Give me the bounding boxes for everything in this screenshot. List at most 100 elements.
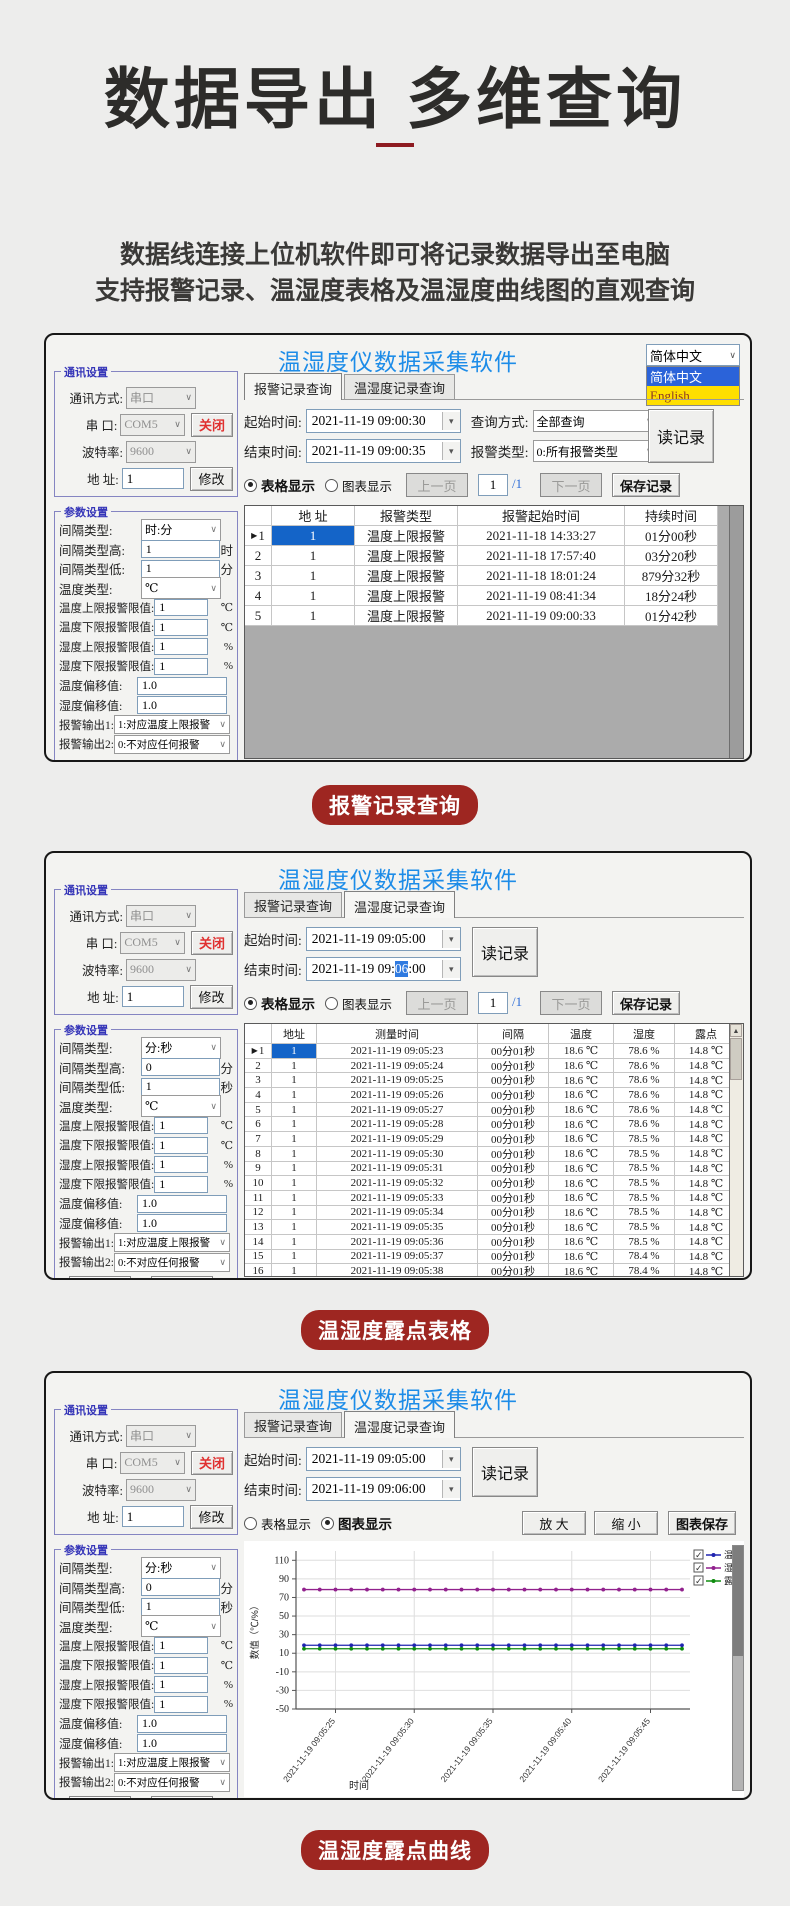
table-row[interactable]: 21温度上限报警2021-11-18 17:57:4003分20秒 [245,546,743,566]
modify-params-button[interactable]: 修改 [151,1276,213,1280]
offset-input[interactable]: 1.0 [137,1734,227,1752]
table-row[interactable]: 412021-11-19 09:05:2600分01秒18.6 ℃78.6 %1… [245,1088,743,1103]
alarm-output-select[interactable]: 1:对应温度上限报警∨ [114,715,230,734]
alarm-limit-input[interactable]: 1 [154,599,208,616]
table-row[interactable]: 512021-11-19 09:05:2700分01秒18.6 ℃78.6 %1… [245,1103,743,1118]
alarm-limit-input[interactable]: 1 [154,658,208,675]
table-display-radio[interactable] [244,1517,257,1530]
table-row[interactable]: 212021-11-19 09:05:2400分01秒18.6 ℃78.6 %1… [245,1059,743,1074]
read-records-button[interactable]: 读记录 [472,1447,538,1497]
comm-row-select[interactable]: 串口∨ [126,905,196,927]
interval-high-input[interactable]: 0 [141,1058,221,1076]
alarm-output-select[interactable]: 1:对应温度上限报警∨ [114,1753,230,1772]
alarm-limit-input[interactable]: 1 [154,1176,208,1193]
page-number-input[interactable]: 1 [478,992,508,1014]
modify-address-button[interactable]: 修改 [190,1505,233,1529]
tab-alarm-query[interactable]: 报警记录查询 [244,1412,342,1437]
offset-input[interactable]: 1.0 [137,1214,227,1232]
table-row[interactable]: 1212021-11-19 09:05:3400分01秒18.6 ℃78.5 %… [245,1206,743,1221]
table-display-radio[interactable] [244,479,257,492]
chart-scrollbar[interactable] [732,1545,744,1791]
alarm-limit-input[interactable]: 1 [154,638,208,655]
page-number-input[interactable]: 1 [478,474,508,496]
table-row[interactable]: 312021-11-19 09:05:2500分01秒18.6 ℃78.6 %1… [245,1073,743,1088]
interval-high-input[interactable]: 1 [141,540,221,558]
zoom-out-button[interactable]: 缩 小 [594,1511,658,1535]
read-records-button[interactable]: 读记录 [472,927,538,977]
interval-low-input[interactable]: 1 [141,1078,221,1096]
alarm-limit-input[interactable]: 1 [154,1676,208,1693]
table-row[interactable]: 41温度上限报警2021-11-19 08:41:3418分24秒 [245,586,743,606]
table-row[interactable]: 812021-11-19 09:05:3000分01秒18.6 ℃78.5 %1… [245,1147,743,1162]
offset-input[interactable]: 1.0 [137,677,227,695]
table-row[interactable]: 912021-11-19 09:05:3100分01秒18.6 ℃78.5 %1… [245,1162,743,1177]
calendar-picker-icon[interactable]: ▾ [442,412,460,430]
prev-page-button[interactable]: 上一页 [406,991,468,1015]
address-input[interactable]: 1 [122,468,184,489]
read-params-button[interactable]: 读取 [69,1796,131,1800]
comm-row-select[interactable]: 串口∨ [126,1425,196,1447]
table-row[interactable]: 1312021-11-19 09:05:3500分01秒18.6 ℃78.5 %… [245,1220,743,1235]
tab-alarm-query[interactable]: 报警记录查询 [244,892,342,917]
alarm-limit-input[interactable]: 1 [154,1637,208,1654]
table-row[interactable]: 1012021-11-19 09:05:3200分01秒18.6 ℃78.5 %… [245,1176,743,1191]
query-mode-select[interactable]: 全部查询∨ [533,410,657,432]
table-row[interactable]: 1612021-11-19 09:05:3800分01秒18.6 ℃78.4 %… [245,1264,743,1277]
alarm-limit-input[interactable]: 1 [154,1117,208,1134]
modify-address-button[interactable]: 修改 [190,467,233,491]
close-port-button[interactable]: 关闭 [191,413,233,437]
table-row[interactable]: ▶112021-11-19 09:05:2300分01秒18.6 ℃78.6 %… [245,1044,743,1059]
interval-low-input[interactable]: 1 [141,560,221,578]
comm-row-select[interactable]: 9600∨ [126,441,196,463]
prev-page-button[interactable]: 上一页 [406,473,468,497]
alarm-limit-input[interactable]: 1 [154,1657,208,1674]
chart-scrollbar-thumb[interactable] [733,1546,743,1656]
save-records-button[interactable]: 保存记录 [612,991,680,1015]
calendar-picker-icon[interactable]: ▾ [442,1450,460,1468]
next-page-button[interactable]: 下一页 [540,991,602,1015]
alarm-output-select[interactable]: 0:不对应任何报警∨ [114,1253,230,1272]
end-time-input[interactable]: 2021-11-19 09:06:00▾ [306,957,461,981]
language-select[interactable]: 简体中文∨ [646,344,740,366]
tab-record-query[interactable]: 温湿度记录查询 [344,374,455,399]
chart-display-radio[interactable] [321,1517,334,1530]
table-row[interactable]: 1112021-11-19 09:05:3300分01秒18.6 ℃78.5 %… [245,1191,743,1206]
close-port-button[interactable]: 关闭 [191,931,233,955]
alarm-type-select[interactable]: 0:所有报警类型∨ [533,440,657,462]
calendar-picker-icon[interactable]: ▾ [442,1480,460,1498]
read-records-button[interactable]: 读记录 [648,409,714,463]
table-row[interactable]: 31温度上限报警2021-11-18 18:01:24879分32秒 [245,566,743,586]
alarm-limit-input[interactable]: 1 [154,1696,208,1713]
table-display-radio[interactable] [244,997,257,1010]
temp-type-select[interactable]: ℃∨ [141,577,221,599]
comm-row-select[interactable]: COM5∨ [120,1452,185,1474]
chart-display-radio[interactable] [325,997,338,1010]
table-row[interactable]: 612021-11-19 09:05:2800分01秒18.6 ℃78.6 %1… [245,1117,743,1132]
comm-row-select[interactable]: 9600∨ [126,959,196,981]
interval-high-input[interactable]: 0 [141,1578,221,1596]
interval-type-select[interactable]: 时:分∨ [141,519,221,541]
table-row[interactable]: 1512021-11-19 09:05:3700分01秒18.6 ℃78.4 %… [245,1250,743,1265]
zoom-in-button[interactable]: 放 大 [522,1511,586,1535]
offset-input[interactable]: 1.0 [137,1195,227,1213]
alarm-output-select[interactable]: 1:对应温度上限报警∨ [114,1233,230,1252]
scrollbar-thumb[interactable] [730,1038,742,1080]
comm-row-select[interactable]: 9600∨ [126,1479,196,1501]
table-scrollbar[interactable] [729,506,743,758]
interval-low-input[interactable]: 1 [141,1598,221,1616]
offset-input[interactable]: 1.0 [137,1715,227,1733]
next-page-button[interactable]: 下一页 [540,473,602,497]
temp-type-select[interactable]: ℃∨ [141,1095,221,1117]
table-row[interactable]: 51温度上限报警2021-11-19 09:00:3301分42秒 [245,606,743,626]
end-time-input[interactable]: 2021-11-19 09:06:00▾ [306,1477,461,1501]
offset-input[interactable]: 1.0 [137,696,227,714]
alarm-limit-input[interactable]: 1 [154,1137,208,1154]
start-time-input[interactable]: 2021-11-19 09:00:30▾ [306,409,461,433]
end-time-input[interactable]: 2021-11-19 09:00:35▾ [306,439,461,463]
comm-row-select[interactable]: COM5∨ [120,414,185,436]
table-row[interactable]: 1412021-11-19 09:05:3600分01秒18.6 ℃78.5 %… [245,1235,743,1250]
close-port-button[interactable]: 关闭 [191,1451,233,1475]
interval-type-select[interactable]: 分:秒∨ [141,1557,221,1579]
alarm-limit-input[interactable]: 1 [154,619,208,636]
address-input[interactable]: 1 [122,1506,184,1527]
